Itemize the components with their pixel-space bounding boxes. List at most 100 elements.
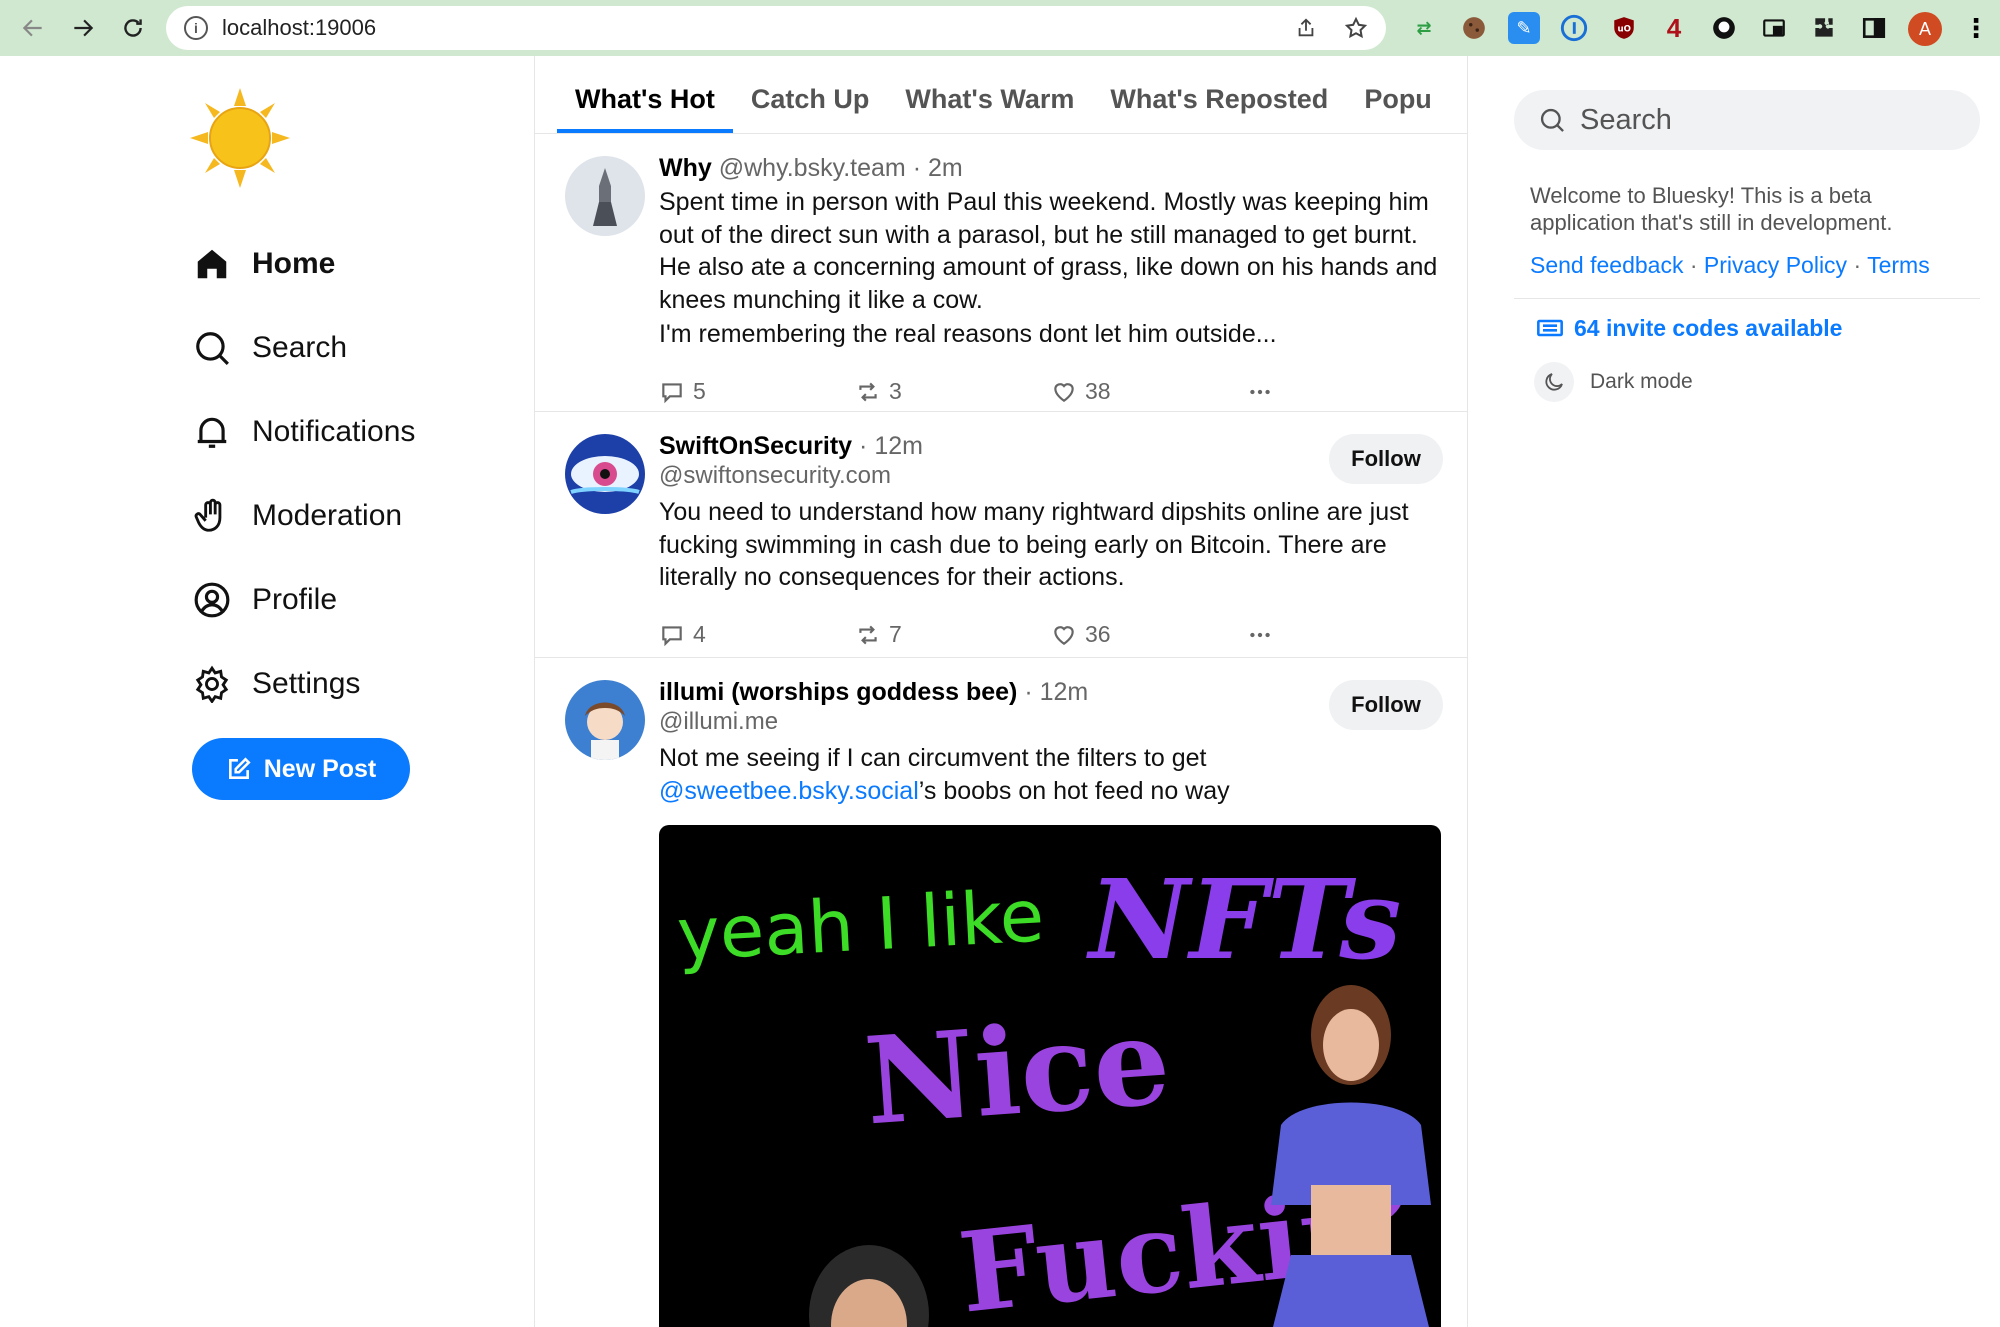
nav-notifications[interactable]: Notifications <box>192 390 415 474</box>
meme-figure-left <box>809 1245 929 1327</box>
kebab-menu-icon[interactable]: ⋮ <box>1960 12 1992 44</box>
repost-button[interactable]: 7 <box>855 621 1051 648</box>
nav-search[interactable]: Search <box>192 306 415 390</box>
search-icon <box>1540 108 1564 132</box>
4-icon[interactable]: 4 <box>1658 12 1690 44</box>
feed-post[interactable]: Why @why.bsky.team · 2m Spent time in pe… <box>535 134 1467 412</box>
1password-icon[interactable] <box>1558 12 1590 44</box>
github-icon[interactable] <box>1708 12 1740 44</box>
nav-search-label: Search <box>252 331 348 364</box>
author-name[interactable]: illumi (worships goddess bee) <box>659 678 1017 706</box>
cookie-icon[interactable] <box>1458 12 1490 44</box>
dark-mode-label: Dark mode <box>1590 370 1693 393</box>
feed-post[interactable]: Follow illumi (worships goddess bee) · 1… <box>535 658 1467 1327</box>
more-options-button[interactable] <box>1247 622 1273 648</box>
privacy-policy-link[interactable]: Privacy Policy <box>1704 252 1847 278</box>
tab-whats-warm[interactable]: What's Warm <box>887 84 1092 133</box>
post-text-before: Not me seeing if I can circumvent the fi… <box>659 744 1207 772</box>
gear-icon <box>192 664 232 704</box>
puzzle-icon[interactable] <box>1808 12 1840 44</box>
avatar[interactable] <box>565 434 645 514</box>
new-post-button[interactable]: New Post <box>192 738 410 800</box>
translate-icon[interactable]: ⇄ <box>1408 12 1440 44</box>
tab-popular[interactable]: Popu <box>1346 84 1450 133</box>
invite-codes-button[interactable]: 64 invite codes available <box>1536 314 1842 342</box>
dark-mode-toggle[interactable]: Dark mode <box>1534 362 1693 402</box>
star-icon[interactable] <box>1344 16 1368 40</box>
like-count: 38 <box>1085 378 1111 404</box>
follow-button[interactable]: Follow <box>1329 680 1443 730</box>
author-name[interactable]: SwiftOnSecurity <box>659 432 852 460</box>
moon-icon <box>1534 362 1574 402</box>
profile-avatar[interactable]: A <box>1908 12 1942 46</box>
author-handle[interactable]: @swiftonsecurity.com <box>659 462 1443 490</box>
author-handle[interactable]: @why.bsky.team <box>719 154 906 182</box>
meme-text-line3: Nice <box>860 990 1175 1153</box>
mention-link[interactable]: @sweetbee.bsky.social <box>659 777 919 805</box>
post-image[interactable]: yeah I like NFTs Nice Fuckin’ <box>659 825 1441 1327</box>
pip-icon[interactable] <box>1758 12 1790 44</box>
follow-button[interactable]: Follow <box>1329 434 1443 484</box>
post-text-line2: I'm remembering the real reasons dont le… <box>659 320 1277 348</box>
post-time[interactable]: 2m <box>928 154 963 182</box>
reply-button[interactable]: 4 <box>659 621 855 648</box>
like-button[interactable]: 38 <box>1051 378 1247 405</box>
invite-codes-label: 64 invite codes available <box>1574 314 1843 341</box>
nav-moderation[interactable]: Moderation <box>192 474 415 558</box>
author-handle[interactable]: @illumi.me <box>659 708 1443 736</box>
post-time[interactable]: 12m <box>874 432 923 460</box>
nav-profile[interactable]: Profile <box>192 558 415 642</box>
ellipsis-icon <box>1250 632 1270 637</box>
url-text: localhost:19006 <box>222 15 377 40</box>
feed-post[interactable]: Follow SwiftOnSecurity · 12m @swiftonsec… <box>535 412 1467 658</box>
meme-text-line2: NFTs <box>1089 855 1402 984</box>
bookmark-icon[interactable]: ✎ <box>1508 12 1540 44</box>
search-placeholder: Search <box>1580 103 1672 136</box>
like-button[interactable]: 36 <box>1051 621 1247 648</box>
back-icon[interactable] <box>8 0 58 56</box>
left-sidebar: Home Search Notifications Moderation Pro… <box>0 56 534 1327</box>
nav-home-label: Home <box>252 247 336 280</box>
avatar[interactable] <box>565 680 645 760</box>
author-name[interactable]: Why <box>659 154 712 182</box>
main-nav: Home Search Notifications Moderation Pro… <box>192 222 415 726</box>
send-feedback-link[interactable]: Send feedback <box>1530 252 1683 278</box>
feed-tabs: What's Hot Catch Up What's Warm What's R… <box>535 56 1467 134</box>
reply-icon <box>662 625 682 646</box>
reply-count: 5 <box>693 378 706 404</box>
avatar[interactable] <box>565 156 645 236</box>
address-bar[interactable]: i localhost:19006 <box>166 6 1386 50</box>
search-input[interactable]: Search <box>1514 90 1980 150</box>
repost-button[interactable]: 3 <box>855 378 1051 405</box>
heart-icon <box>1054 625 1074 645</box>
post-header: Why @why.bsky.team · 2m <box>659 154 963 182</box>
post-text-after: ’s boobs on hot feed no way <box>918 776 1230 805</box>
post-header: illumi (worships goddess bee) · 12m <box>659 678 1089 706</box>
welcome-text: Welcome to Bluesky! This is a beta appli… <box>1530 183 1893 235</box>
forward-icon[interactable] <box>58 0 108 56</box>
bell-icon <box>192 412 232 452</box>
ublock-icon[interactable]: uO <box>1608 12 1640 44</box>
reload-icon[interactable] <box>108 0 158 56</box>
tab-catch-up[interactable]: Catch Up <box>733 84 888 133</box>
meme-figure-right <box>1271 985 1431 1327</box>
post-time[interactable]: 12m <box>1040 678 1089 706</box>
sidebar-icon[interactable] <box>1858 12 1890 44</box>
nav-settings[interactable]: Settings <box>192 642 415 726</box>
extension-bar: ⇄ ✎ uO 4 A ⋮ <box>1408 12 1992 46</box>
browser-toolbar: i localhost:19006 ⇄ ✎ uO 4 A ⋮ <box>0 0 2000 56</box>
nav-notifications-label: Notifications <box>252 415 416 448</box>
feed-column: What's Hot Catch Up What's Warm What's R… <box>534 56 1468 1327</box>
like-count: 36 <box>1085 621 1111 647</box>
site-info-icon[interactable]: i <box>184 16 208 40</box>
share-icon[interactable] <box>1294 16 1318 40</box>
divider <box>1514 298 1980 299</box>
reply-button[interactable]: 5 <box>659 378 855 405</box>
tab-whats-hot[interactable]: What's Hot <box>557 84 733 133</box>
bluesky-sun-logo[interactable] <box>190 88 290 188</box>
tab-whats-reposted[interactable]: What's Reposted <box>1092 84 1346 133</box>
terms-link[interactable]: Terms <box>1867 252 1930 278</box>
more-options-button[interactable] <box>1247 379 1273 405</box>
meme-text-line1: yeah I like <box>675 873 1047 977</box>
nav-home[interactable]: Home <box>192 222 415 306</box>
